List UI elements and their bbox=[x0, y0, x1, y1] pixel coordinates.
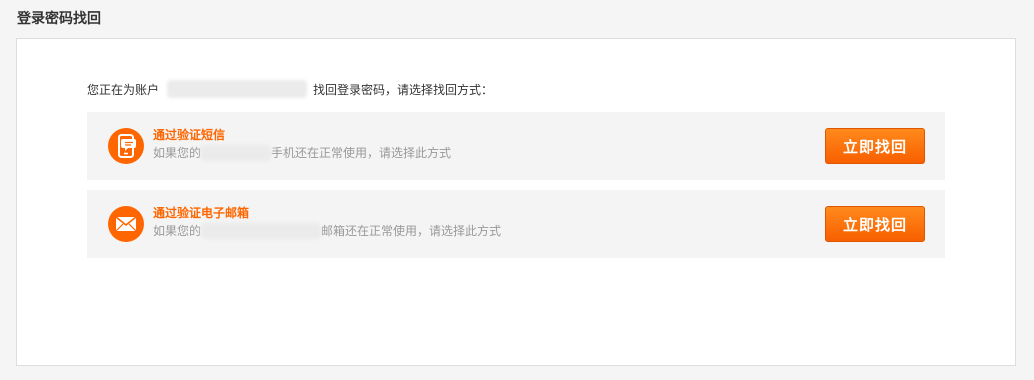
intro-prefix: 您正在为账户 bbox=[87, 82, 160, 97]
intro-text: 您正在为账户 找回登录密码，请选择找回方式： bbox=[87, 77, 493, 101]
intro-suffix: 找回登录密码，请选择找回方式： bbox=[313, 82, 494, 97]
sms-recovery-option: 通过验证短信 如果您的 手机还在正常使用，请选择此方式 立即找回 bbox=[87, 112, 945, 180]
email-recover-button[interactable]: 立即找回 bbox=[825, 206, 925, 242]
email-recovery-option: 通过验证电子邮箱 如果您的 邮箱还在正常使用，请选择此方式 立即找回 bbox=[87, 190, 945, 258]
page-title: 登录密码找回 bbox=[17, 11, 101, 27]
phone-message-icon bbox=[108, 128, 144, 164]
email-desc-suffix: 邮箱还在正常使用，请选择此方式 bbox=[321, 224, 502, 238]
email-option-description: 如果您的 邮箱还在正常使用，请选择此方式 bbox=[153, 223, 501, 239]
sms-desc-suffix: 手机还在正常使用，请选择此方式 bbox=[271, 146, 452, 160]
sms-desc-prefix: 如果您的 bbox=[153, 146, 202, 160]
redacted-email bbox=[201, 223, 322, 239]
sms-recover-button[interactable]: 立即找回 bbox=[825, 128, 925, 164]
sms-option-title: 通过验证短信 bbox=[153, 128, 226, 142]
redacted-phone bbox=[201, 145, 272, 161]
envelope-icon bbox=[108, 206, 144, 242]
recovery-panel: 您正在为账户 找回登录密码，请选择找回方式： 通过验证短信 如果您的 手机还在正… bbox=[16, 38, 1016, 366]
email-desc-prefix: 如果您的 bbox=[153, 224, 202, 238]
email-option-title: 通过验证电子邮箱 bbox=[153, 206, 250, 220]
sms-option-description: 如果您的 手机还在正常使用，请选择此方式 bbox=[153, 145, 451, 161]
redacted-account bbox=[167, 80, 308, 98]
